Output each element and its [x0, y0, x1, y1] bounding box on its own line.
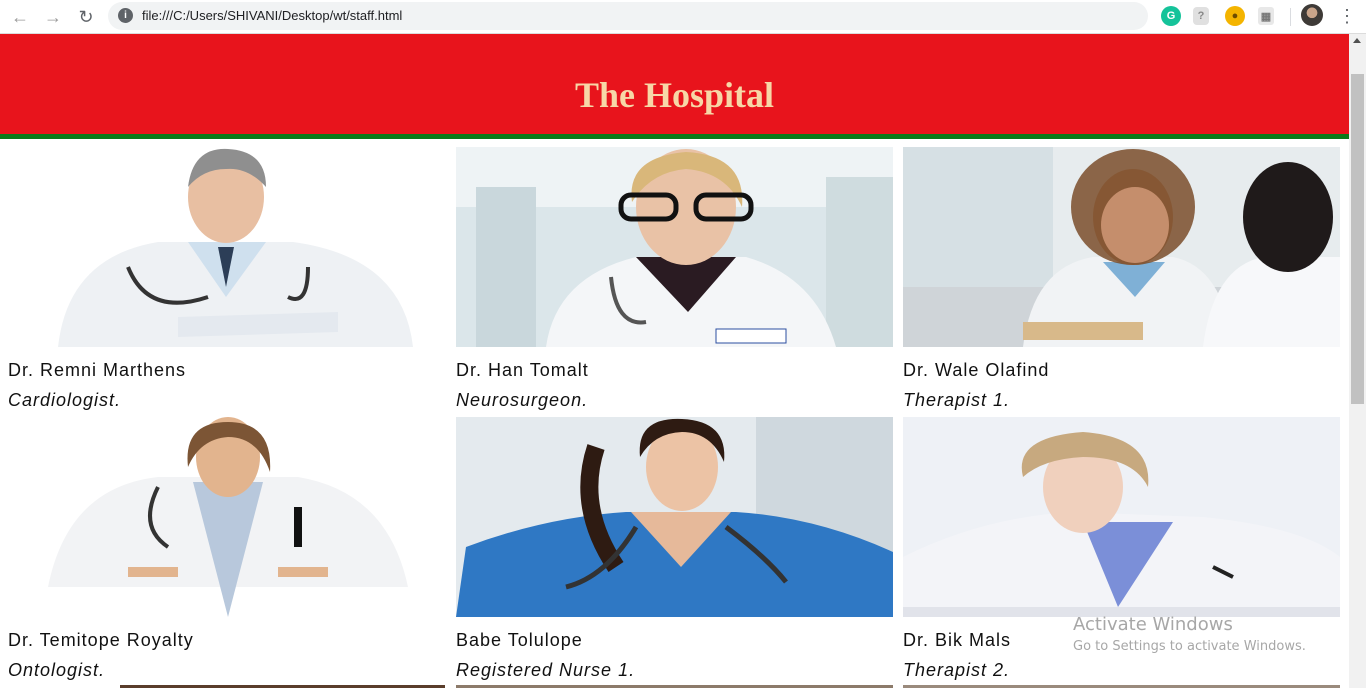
arrow-left-icon[interactable]: ← — [8, 5, 32, 29]
staff-name: Babe Tolulope — [456, 630, 583, 650]
address-bar-url[interactable]: file:///C:/Users/SHIVANI/Desktop/wt/staf… — [142, 8, 402, 23]
browser-toolbar: ← → ↻ i file:///C:/Users/SHIVANI/Desktop… — [0, 0, 1366, 34]
staff-photo — [456, 147, 893, 347]
info-icon[interactable]: i — [118, 8, 133, 23]
staff-photo — [903, 147, 1340, 347]
staff-role: Therapist 2. — [903, 660, 1011, 680]
page-title: The Hospital — [574, 75, 775, 115]
staff-name: Dr. Temitope Royalty — [8, 630, 194, 650]
staff-role: Registered Nurse 1. — [456, 660, 636, 680]
staff-name: Dr. Han Tomalt — [456, 360, 589, 380]
staff-role: Ontologist. — [8, 660, 106, 680]
reload-icon[interactable]: ↻ — [74, 5, 98, 29]
watermark-line1: Activate Windows — [1073, 614, 1233, 635]
staff-photo — [8, 417, 445, 617]
page-header: The Hospital — [0, 34, 1349, 139]
staff-photo — [903, 417, 1340, 617]
scrollbar-thumb[interactable] — [1351, 74, 1364, 404]
kebab-menu-icon[interactable]: ⋮ — [1338, 6, 1356, 26]
staff-photo — [8, 147, 445, 347]
staff-role: Therapist 1. — [903, 390, 1011, 410]
staff-photo — [456, 417, 893, 617]
address-bar[interactable]: i file:///C:/Users/SHIVANI/Desktop/wt/st… — [108, 2, 1148, 30]
shield-icon[interactable]: ? — [1193, 7, 1209, 25]
staff-name: Dr. Bik Mals — [903, 630, 1012, 650]
staff-name: Dr. Wale Olafind — [903, 360, 1050, 380]
toolbar-divider — [1290, 8, 1291, 26]
staff-role: Cardiologist. — [8, 390, 122, 410]
grammarly-icon[interactable]: G — [1161, 6, 1181, 26]
activate-windows-watermark: Activate Windows Go to Settings to activ… — [1073, 614, 1306, 654]
watermark-line2: Go to Settings to activate Windows. — [1073, 639, 1306, 654]
page-content: The Hospital Dr. Remni Marthens Cardiolo… — [0, 34, 1349, 688]
staff-role: Neurosurgeon. — [456, 390, 589, 410]
cookie-icon[interactable]: ● — [1225, 6, 1245, 26]
staff-name: Dr. Remni Marthens — [8, 360, 187, 380]
scroll-up-icon[interactable] — [1353, 38, 1361, 43]
vertical-scrollbar[interactable] — [1349, 34, 1366, 688]
document-icon[interactable]: ▦ — [1258, 7, 1274, 25]
arrow-right-icon[interactable]: → — [41, 5, 65, 29]
profile-avatar[interactable] — [1301, 4, 1323, 26]
